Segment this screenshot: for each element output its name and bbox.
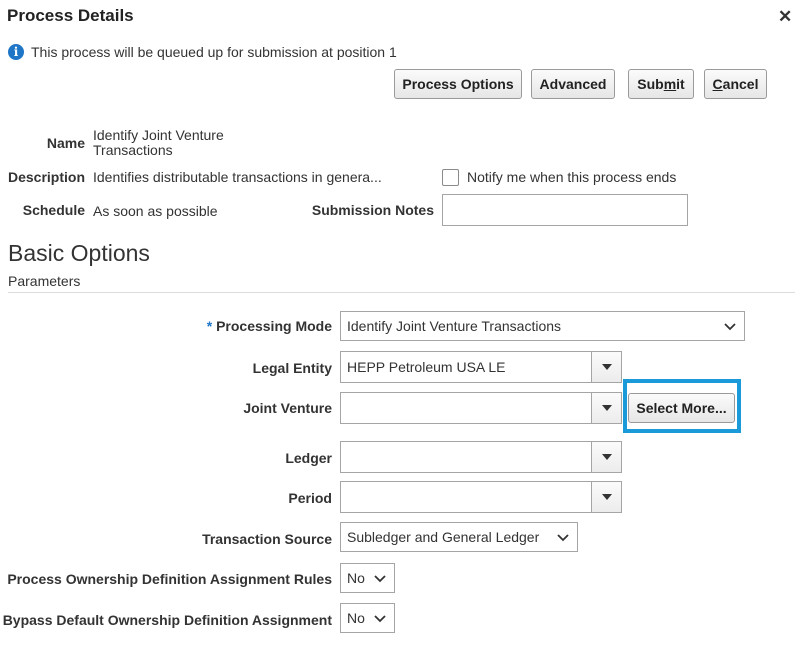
joint-venture-combo bbox=[340, 392, 622, 424]
submit-label-start: Sub bbox=[637, 76, 664, 92]
chevron-down-icon bbox=[724, 323, 736, 331]
section-subtitle: Parameters bbox=[8, 273, 81, 289]
transaction-source-label: Transaction Source bbox=[202, 531, 332, 547]
cancel-label-end: ancel bbox=[722, 76, 759, 92]
dropdown-arrow-icon bbox=[601, 405, 612, 411]
schedule-label: Schedule bbox=[22, 202, 85, 218]
legal-entity-label: Legal Entity bbox=[252, 360, 332, 376]
period-dropdown-button[interactable] bbox=[592, 481, 622, 513]
info-icon: i bbox=[8, 44, 24, 60]
joint-venture-label: Joint Venture bbox=[243, 400, 332, 416]
required-marker: * bbox=[206, 318, 213, 334]
joint-venture-input[interactable] bbox=[340, 392, 592, 424]
ledger-label: Ledger bbox=[285, 450, 332, 466]
submission-notes-label: Submission Notes bbox=[311, 202, 434, 218]
info-message: This process will be queued up for submi… bbox=[31, 44, 397, 60]
close-icon[interactable]: ✕ bbox=[778, 7, 792, 27]
legal-entity-combo: HEPP Petroleum USA LE bbox=[340, 351, 622, 383]
legal-entity-dropdown-button[interactable] bbox=[592, 351, 622, 383]
period-label: Period bbox=[288, 490, 332, 506]
dropdown-arrow-icon bbox=[601, 454, 612, 460]
name-value: Identify Joint Venture Transactions bbox=[93, 128, 224, 158]
joint-venture-dropdown-button[interactable] bbox=[592, 392, 622, 424]
description-value: Identifies distributable transactions in… bbox=[93, 169, 382, 185]
name-value-line1: Identify Joint Venture bbox=[93, 127, 224, 143]
bypass-label: Bypass Default Ownership Definition Assi… bbox=[2, 612, 332, 628]
name-label: Name bbox=[46, 135, 85, 151]
period-combo bbox=[340, 481, 622, 513]
schedule-value: As soon as possible bbox=[93, 203, 218, 219]
notify-checkbox[interactable] bbox=[442, 169, 459, 186]
legal-entity-input[interactable]: HEPP Petroleum USA LE bbox=[340, 351, 592, 383]
select-more-button[interactable]: Select More... bbox=[628, 393, 735, 423]
processing-mode-label-text: Processing Mode bbox=[216, 318, 332, 334]
processing-mode-label: * Processing Mode bbox=[207, 318, 332, 334]
ledger-dropdown-button[interactable] bbox=[592, 441, 622, 473]
ledger-combo bbox=[340, 441, 622, 473]
transaction-source-value: Subledger and General Ledger bbox=[347, 529, 540, 545]
bypass-select[interactable]: No bbox=[340, 603, 395, 633]
chevron-down-icon bbox=[374, 575, 386, 583]
process-options-button[interactable]: Process Options bbox=[394, 69, 522, 99]
section-divider bbox=[8, 292, 795, 293]
dropdown-arrow-icon bbox=[601, 494, 612, 500]
submit-label-end: it bbox=[676, 76, 685, 92]
ownership-rules-label: Process Ownership Definition Assignment … bbox=[7, 571, 332, 587]
transaction-source-select[interactable]: Subledger and General Ledger bbox=[340, 522, 578, 552]
section-title: Basic Options bbox=[8, 240, 150, 266]
submit-button[interactable]: Sub m it bbox=[628, 69, 694, 99]
submission-notes-input[interactable] bbox=[442, 194, 688, 226]
dialog-title: Process Details bbox=[7, 6, 134, 25]
chevron-down-icon bbox=[557, 534, 569, 542]
processing-mode-value: Identify Joint Venture Transactions bbox=[347, 318, 562, 334]
cancel-accesskey: C bbox=[712, 76, 723, 92]
ledger-input[interactable] bbox=[340, 441, 592, 473]
dropdown-arrow-icon bbox=[601, 364, 612, 370]
chevron-down-icon bbox=[374, 615, 386, 623]
ownership-rules-select[interactable]: No bbox=[340, 563, 395, 593]
processing-mode-select[interactable]: Identify Joint Venture Transactions bbox=[340, 311, 745, 341]
name-value-line2: Transactions bbox=[93, 142, 173, 158]
description-label: Description bbox=[7, 169, 85, 185]
submit-accesskey: m bbox=[663, 76, 677, 92]
bypass-value: No bbox=[347, 610, 365, 626]
notify-label: Notify me when this process ends bbox=[467, 169, 677, 185]
ownership-rules-value: No bbox=[347, 570, 365, 586]
advanced-button[interactable]: Advanced bbox=[531, 69, 615, 99]
period-input[interactable] bbox=[340, 481, 592, 513]
cancel-button[interactable]: Cancel bbox=[704, 69, 767, 99]
